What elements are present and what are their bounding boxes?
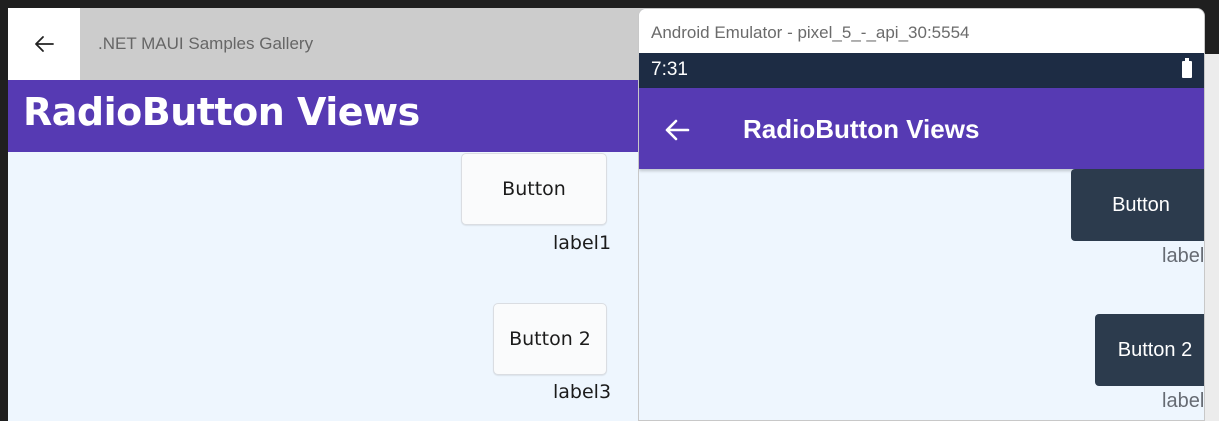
emulator-title-bar: Android Emulator - pixel_5_-_api_30:5554 xyxy=(639,9,1204,53)
title-bar: .NET MAUI Samples Gallery xyxy=(8,8,728,80)
emulator-title: Android Emulator - pixel_5_-_api_30:5554 xyxy=(651,23,970,42)
label3: label3 xyxy=(553,381,612,403)
background-window-edge-top xyxy=(1205,0,1219,54)
windows-app-window: .NET MAUI Samples Gallery RadioButton Vi… xyxy=(8,8,728,421)
android-button-2[interactable]: Button 2 xyxy=(1095,314,1204,386)
background-window-edge xyxy=(1205,0,1219,421)
android-label1: label xyxy=(1162,245,1205,267)
button-2[interactable]: Button 2 xyxy=(493,303,607,375)
app-title: .NET MAUI Samples Gallery xyxy=(98,34,314,53)
android-label3: label xyxy=(1162,390,1205,412)
android-page-title: RadioButton Views xyxy=(743,114,980,144)
android-emulator-window: Android Emulator - pixel_5_-_api_30:5554… xyxy=(638,8,1205,421)
button-1[interactable]: Button xyxy=(461,153,607,225)
android-button-1[interactable]: Button xyxy=(1071,169,1204,241)
android-back-button[interactable] xyxy=(659,112,695,148)
back-button[interactable] xyxy=(8,8,80,80)
page-title: RadioButton Views xyxy=(23,90,420,134)
back-arrow-icon xyxy=(665,119,690,141)
label1: label1 xyxy=(553,232,612,254)
page-header: RadioButton Views xyxy=(8,80,728,152)
back-arrow-icon xyxy=(35,36,54,52)
battery-icon xyxy=(1182,58,1192,78)
status-bar: 7:31 xyxy=(639,53,1204,88)
android-app-bar: RadioButton Views xyxy=(639,88,1204,169)
status-time: 7:31 xyxy=(651,59,688,80)
